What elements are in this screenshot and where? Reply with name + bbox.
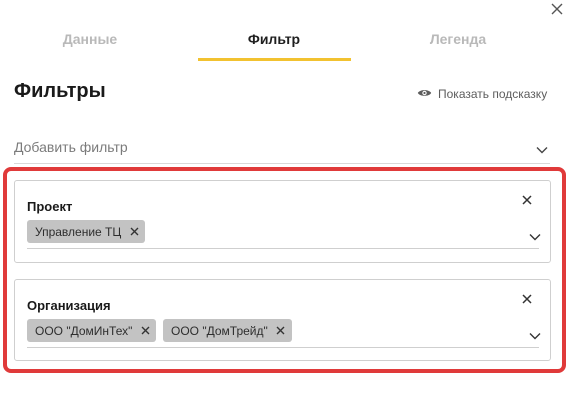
filter-label: Проект bbox=[27, 199, 73, 214]
filter-chip: ООО "ДомИнТех" bbox=[27, 319, 157, 342]
chevron-down-icon bbox=[536, 141, 548, 159]
close-icon[interactable] bbox=[129, 227, 139, 237]
filter-chip: ООО "ДомТрейд" bbox=[163, 319, 292, 342]
add-filter-label: Добавить фильтр bbox=[14, 139, 128, 155]
close-icon[interactable] bbox=[548, 0, 566, 18]
chip-label: ООО "ДомИнТех" bbox=[35, 323, 133, 338]
remove-filter-icon[interactable] bbox=[520, 292, 534, 306]
tab-legend[interactable]: Легенда bbox=[382, 26, 534, 62]
chevron-down-icon[interactable] bbox=[529, 327, 541, 345]
close-icon[interactable] bbox=[140, 326, 150, 336]
filter-card-organization: Организация ООО "ДомИнТех" ООО "ДомТрейд… bbox=[14, 279, 551, 361]
eye-icon bbox=[417, 85, 432, 103]
active-tab-indicator bbox=[198, 58, 351, 61]
chip-label: ООО "ДомТрейд" bbox=[171, 323, 268, 338]
show-hint-label: Показать подсказку bbox=[438, 87, 548, 101]
tab-filter[interactable]: Фильтр bbox=[198, 26, 350, 62]
page-title: Фильтры bbox=[14, 80, 106, 102]
tab-data[interactable]: Данные bbox=[14, 26, 166, 62]
close-icon[interactable] bbox=[276, 326, 286, 336]
filter-label: Организация bbox=[27, 298, 111, 313]
tab-bar: Данные Фильтр Легенда bbox=[0, 26, 574, 62]
filter-chip: Управление ТЦ bbox=[27, 220, 146, 243]
filter-card-project: Проект Управление ТЦ bbox=[14, 180, 551, 263]
remove-filter-icon[interactable] bbox=[520, 193, 534, 207]
chip-label: Управление ТЦ bbox=[35, 224, 122, 239]
chevron-down-icon[interactable] bbox=[529, 228, 541, 246]
filter-value-select[interactable]: ООО "ДомИнТех" ООО "ДомТрейд" bbox=[27, 318, 541, 348]
add-filter-select[interactable]: Добавить фильтр bbox=[14, 134, 550, 164]
filter-value-select[interactable]: Управление ТЦ bbox=[27, 219, 541, 249]
show-hint-button[interactable]: Показать подсказку bbox=[417, 86, 547, 102]
